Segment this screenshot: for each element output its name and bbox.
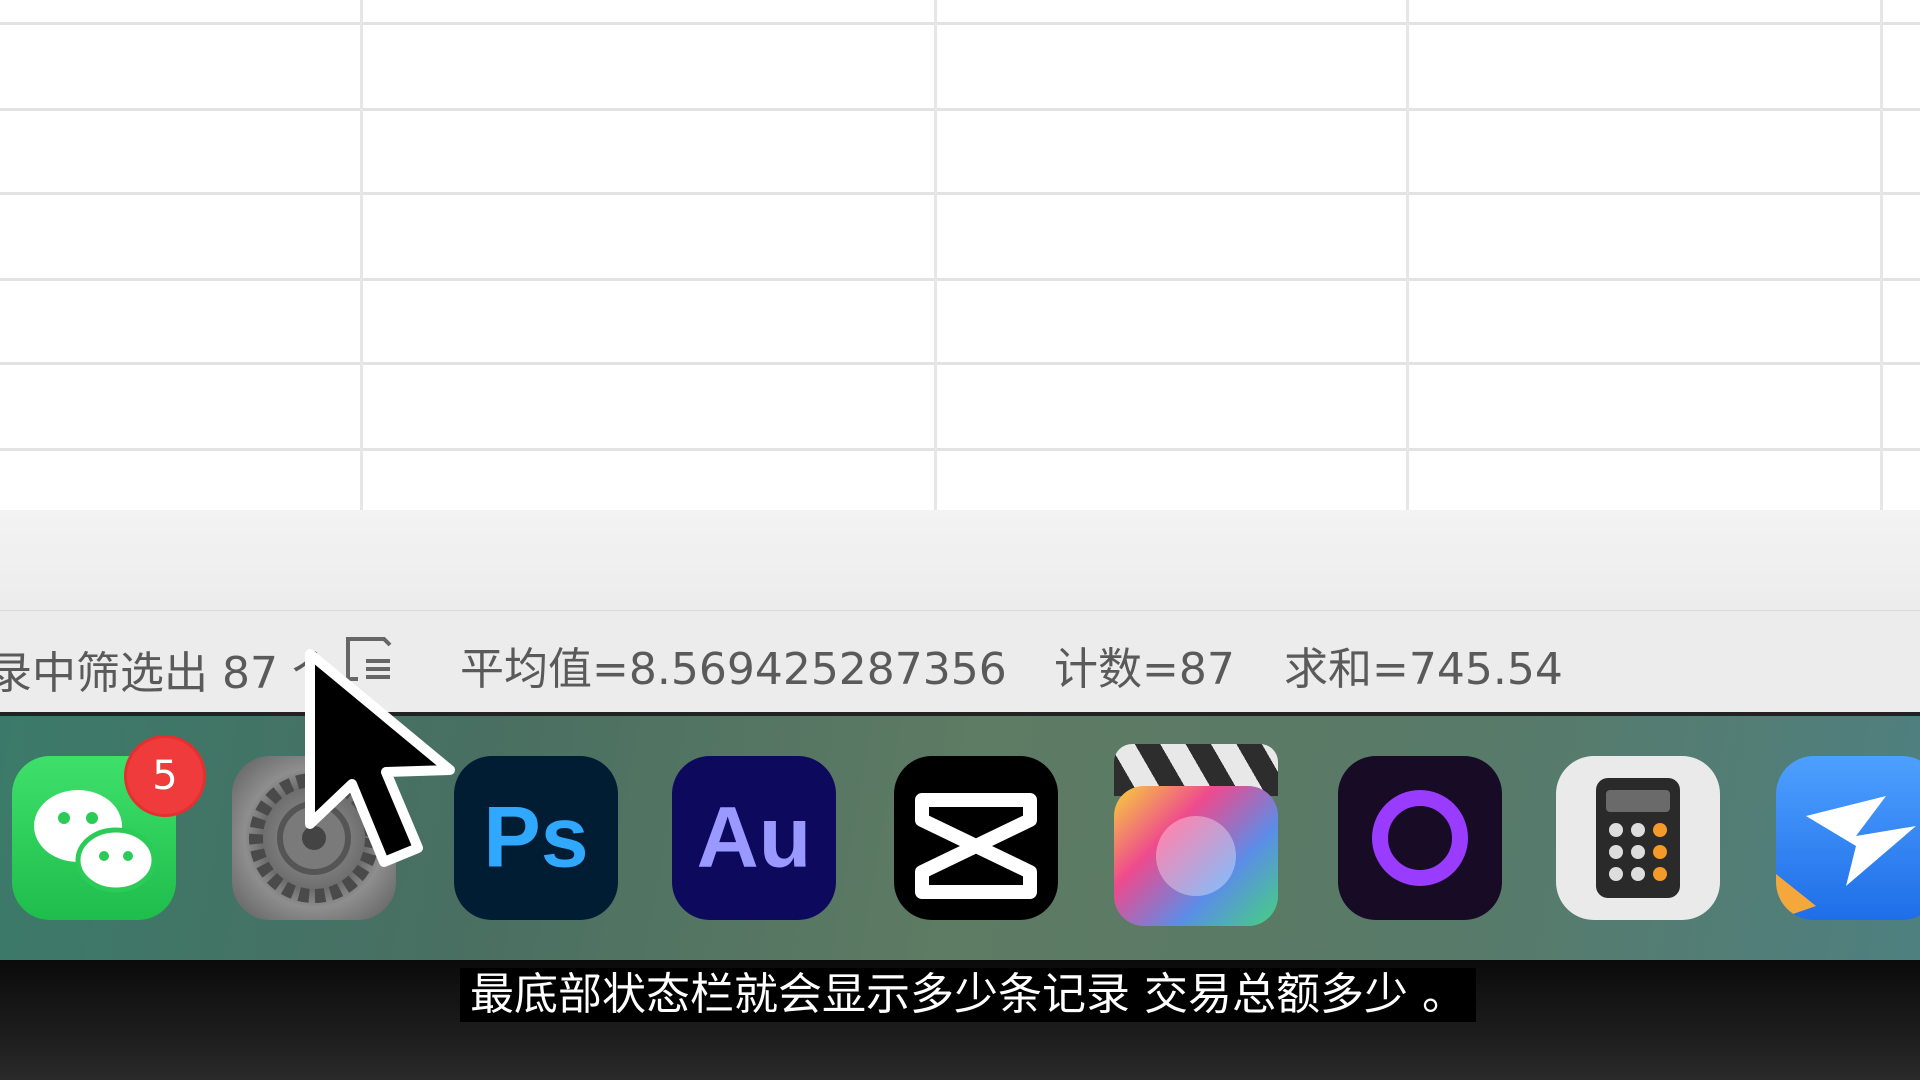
photoshop-label: Ps bbox=[483, 789, 589, 886]
dock-app-final-cut-pro[interactable] bbox=[1114, 786, 1278, 926]
average-value: 平均值=8.569425287356 bbox=[460, 644, 1007, 695]
row-divider bbox=[0, 362, 1920, 365]
count-value: 计数=87 bbox=[1054, 644, 1235, 695]
row-divider bbox=[0, 278, 1920, 281]
audition-label: Au bbox=[696, 789, 812, 886]
capcut-icon bbox=[915, 793, 1037, 899]
dock-app-ring[interactable] bbox=[1338, 756, 1502, 920]
subtitle-text: 最底部状态栏就会显示多少条记录 交易总额多少 。 bbox=[460, 968, 1476, 1022]
bird-icon bbox=[1776, 796, 1916, 920]
mouse-cursor-icon bbox=[305, 649, 455, 867]
column-divider bbox=[934, 0, 937, 510]
dock-app-capcut[interactable] bbox=[894, 756, 1058, 920]
dock-app-audition[interactable]: Au bbox=[672, 756, 836, 920]
sheet-tab-bar bbox=[0, 510, 1920, 611]
dock: Ps Au bbox=[0, 716, 1920, 960]
spreadsheet-grid[interactable] bbox=[0, 0, 1920, 510]
row-divider bbox=[0, 22, 1920, 25]
row-divider bbox=[0, 108, 1920, 111]
row-divider bbox=[0, 448, 1920, 451]
status-bar: 录中筛选出 87 个 平均值=8.569425287356 计数=87 求和=7… bbox=[0, 611, 1920, 716]
dock-app-download-pro[interactable] bbox=[1776, 756, 1920, 920]
dock-app-calculator[interactable] bbox=[1556, 756, 1720, 920]
dock-app-photoshop[interactable]: Ps bbox=[454, 756, 618, 920]
column-divider bbox=[360, 0, 363, 510]
clapper-icon bbox=[1156, 816, 1236, 896]
column-divider bbox=[1406, 0, 1409, 510]
row-divider bbox=[0, 192, 1920, 195]
calculator-icon bbox=[1596, 778, 1680, 898]
wechat-notification-badge: 5 bbox=[124, 735, 206, 817]
column-divider bbox=[1880, 0, 1883, 510]
ring-icon bbox=[1372, 790, 1468, 886]
sum-value: 求和=745.54 bbox=[1284, 644, 1563, 695]
filter-count-text: 录中筛选出 87 个 bbox=[0, 648, 336, 699]
